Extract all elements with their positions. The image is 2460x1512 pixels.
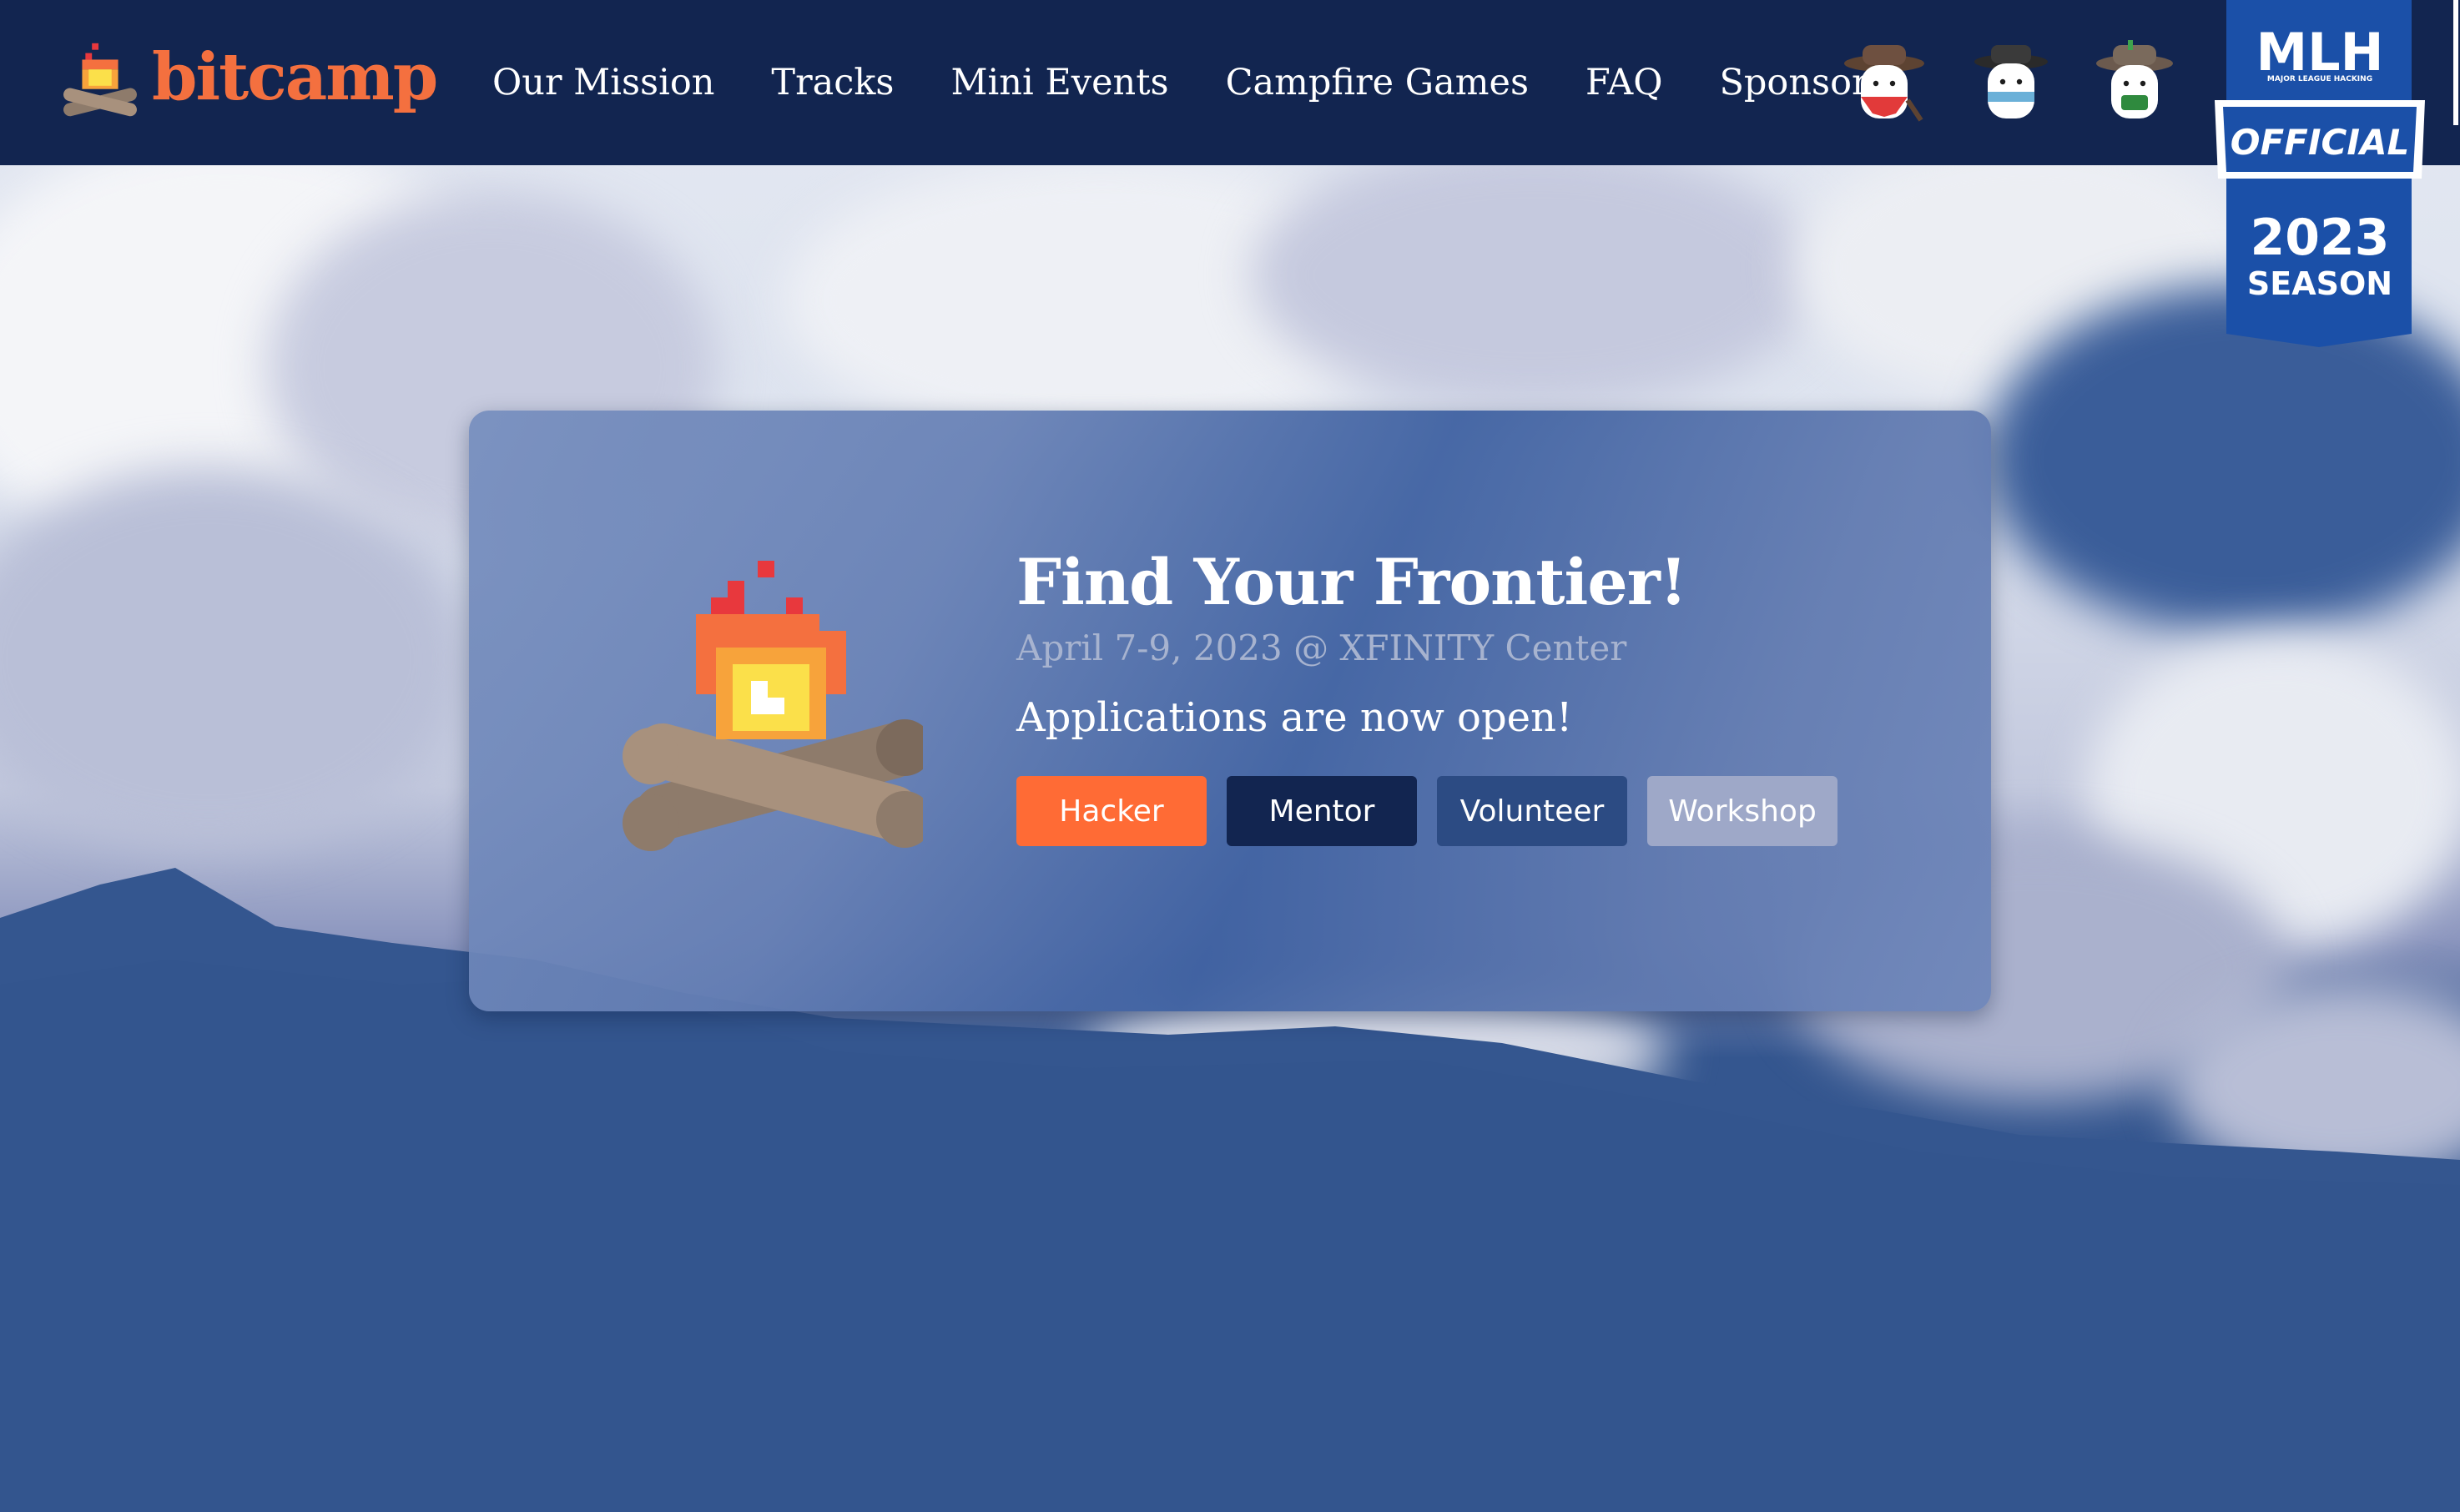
navbar: bitcamp Our Mission Tracks Mini Events C… bbox=[0, 0, 2460, 165]
nav-mini-events[interactable]: Mini Events bbox=[951, 62, 1169, 103]
marshmallow-cowboy-red-bandana-icon[interactable] bbox=[1841, 40, 1928, 127]
mlh-official-badge[interactable]: MLH MAJOR LEAGUE HACKING OFFICIAL 2023 S… bbox=[2215, 0, 2425, 347]
hero-text: Find Your Frontier! April 7-9, 2023 @ XF… bbox=[1016, 551, 1858, 846]
brand-name: bitcamp bbox=[152, 39, 438, 115]
apply-button-row: Hacker Mentor Volunteer Workshop bbox=[1016, 776, 1858, 846]
hero-card: Find Your Frontier! April 7-9, 2023 @ XF… bbox=[469, 411, 1991, 1011]
scrollbar[interactable] bbox=[2453, 0, 2458, 125]
apply-mentor-button[interactable]: Mentor bbox=[1227, 776, 1417, 846]
mlh-logo: MLH bbox=[2256, 22, 2384, 83]
mlh-tagline: MAJOR LEAGUE HACKING bbox=[2266, 75, 2373, 83]
mlh-official-label: OFFICIAL bbox=[2230, 122, 2410, 163]
apply-hacker-button[interactable]: Hacker bbox=[1016, 776, 1207, 846]
nav-faq[interactable]: FAQ bbox=[1585, 62, 1662, 103]
hero-status: Applications are now open! bbox=[1016, 694, 1573, 741]
nav-our-mission[interactable]: Our Mission bbox=[492, 62, 714, 103]
page: bitcamp Our Mission Tracks Mini Events C… bbox=[0, 0, 2460, 1512]
brand-home-link[interactable]: bitcamp bbox=[58, 37, 438, 118]
nav-campfire-games[interactable]: Campfire Games bbox=[1226, 62, 1529, 103]
mlh-year: 2023 bbox=[2250, 209, 2390, 267]
hero-title: Find Your Frontier! bbox=[1016, 545, 1687, 619]
apply-volunteer-button[interactable]: Volunteer bbox=[1437, 776, 1627, 846]
nav-tracks[interactable]: Tracks bbox=[771, 62, 894, 103]
marshmallow-ranger-green-icon[interactable] bbox=[2091, 40, 2178, 127]
mlh-season: SEASON bbox=[2246, 265, 2393, 302]
pixel-campfire-icon bbox=[623, 561, 923, 851]
apply-workshop-button[interactable]: Workshop bbox=[1647, 776, 1837, 846]
hero-date-location: April 7-9, 2023 @ XFINITY Center bbox=[1016, 627, 1627, 668]
main-nav: Our Mission Tracks Mini Events Campfire … bbox=[492, 0, 1944, 165]
campfire-icon bbox=[63, 43, 137, 117]
marshmallow-sheriff-blue-bandana-icon[interactable] bbox=[1968, 40, 2054, 127]
